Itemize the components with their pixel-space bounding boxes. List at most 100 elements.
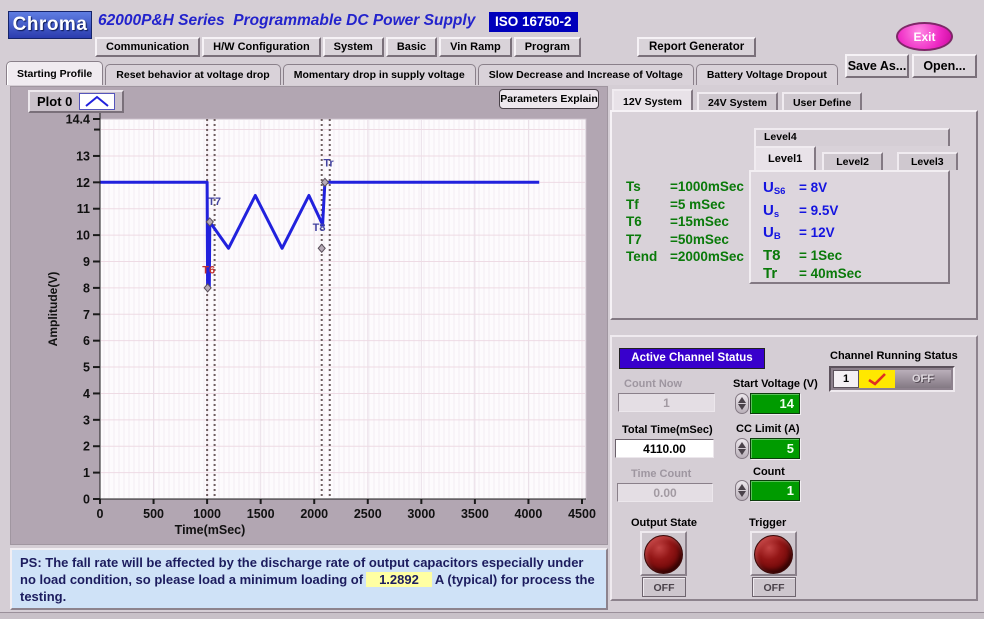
svg-text:3500: 3500 xyxy=(461,507,489,521)
tab-slow-decrease-and-increase-of-voltage[interactable]: Slow Decrease and Increase of Voltage xyxy=(478,64,694,85)
svg-text:8: 8 xyxy=(83,281,90,295)
level-tab-level3[interactable]: Level3 xyxy=(897,152,958,170)
svg-text:T8: T8 xyxy=(313,222,326,234)
total-time-label: Total Time(mSec) xyxy=(622,424,713,436)
waveform-chart: T6T7T8Tr01234567891011121314.40500100015… xyxy=(11,87,607,544)
plot-panel: T6T7T8Tr01234567891011121314.40500100015… xyxy=(10,86,608,545)
trigger-knob-face xyxy=(754,535,793,574)
menu-button-system[interactable]: System xyxy=(323,37,384,57)
level-value: = 1Sec xyxy=(799,248,842,263)
start-voltage-spinner[interactable] xyxy=(735,393,749,414)
svg-text:9: 9 xyxy=(83,255,90,269)
cc-limit-label: CC Limit (A) xyxy=(736,423,800,435)
level-value-row: Tr= 40mSec xyxy=(763,265,948,284)
tab-reset-behavior-at-voltage-drop[interactable]: Reset behavior at voltage drop xyxy=(105,64,280,85)
svg-text:2000: 2000 xyxy=(300,507,328,521)
menu-button-vin-ramp[interactable]: Vin Ramp xyxy=(439,37,512,57)
timing-param-value: =50mSec xyxy=(670,231,729,249)
profile-tabs: Starting ProfileReset behavior at voltag… xyxy=(6,61,840,85)
level-value: = 9.5V xyxy=(799,203,838,218)
time-count-field: 0.00 xyxy=(617,483,713,502)
tab-starting-profile[interactable]: Starting Profile xyxy=(6,61,103,85)
count-spinner[interactable] xyxy=(735,480,749,501)
level-value-row: US6= 8V xyxy=(763,179,948,202)
channel-running-status-label: Channel Running Status xyxy=(830,350,958,362)
menu-button-program[interactable]: Program xyxy=(514,37,581,57)
timing-param-value: =5 mSec xyxy=(670,196,725,214)
count-field[interactable]: 1 xyxy=(750,480,800,501)
channel-status-box: Active Channel Status Channel Running St… xyxy=(610,335,978,601)
level-value-subscript: s xyxy=(774,209,779,220)
legend-line-icon xyxy=(79,93,115,110)
timing-param-name: Tf xyxy=(626,196,670,214)
parameters-explain-button[interactable]: Parameters Explain xyxy=(499,89,599,109)
plot-legend-chip[interactable]: Plot 0 xyxy=(28,90,124,113)
system-tabs: 12V System24V SystemUser Define xyxy=(612,89,862,112)
output-state-value: OFF xyxy=(642,577,686,597)
channel-state-label: OFF xyxy=(895,370,951,388)
system-tab-24v-system[interactable]: 24V System xyxy=(697,92,778,112)
menu-button-h-w-configuration[interactable]: H/W Configuration xyxy=(202,37,321,57)
svg-text:13: 13 xyxy=(76,149,90,163)
open-button[interactable]: Open... xyxy=(912,54,977,78)
time-count-label: Time Count xyxy=(631,468,691,480)
svg-text:14.4: 14.4 xyxy=(66,113,90,127)
level-value-name: Us xyxy=(763,202,799,225)
system-tab-user-define[interactable]: User Define xyxy=(782,92,862,112)
trigger-knob[interactable] xyxy=(750,531,797,576)
cc-limit-spinner[interactable] xyxy=(735,438,749,459)
svg-text:T7: T7 xyxy=(208,196,221,208)
timing-param-name: Tend xyxy=(626,248,670,266)
cc-limit-field[interactable]: 5 xyxy=(750,438,800,459)
svg-text:6: 6 xyxy=(83,334,90,348)
menu-button-communication[interactable]: Communication xyxy=(95,37,200,57)
iso-badge: ISO 16750-2 xyxy=(489,12,578,32)
level-value-name: Tr xyxy=(763,265,799,284)
ps-note: PS: The fall rate will be affected by th… xyxy=(10,548,608,610)
svg-text:1: 1 xyxy=(83,466,90,480)
timing-param-value: =2000mSec xyxy=(670,248,744,266)
level-tabs: Level1 Level2 Level3 xyxy=(754,146,958,170)
level-values-box: US6= 8VUs= 9.5VUB= 12VT8= 1SecTr= 40mSec xyxy=(749,170,950,284)
tab-battery-voltage-dropout[interactable]: Battery Voltage Dropout xyxy=(696,64,838,85)
timing-param-name: Ts xyxy=(626,178,670,196)
level-tab-level4[interactable]: Level4 xyxy=(754,128,950,146)
timing-param-ts: Ts=1000mSec xyxy=(626,178,761,196)
level-tab-level1[interactable]: Level1 xyxy=(754,146,816,170)
level-value-row: T8= 1Sec xyxy=(763,247,948,266)
exit-button[interactable]: Exit xyxy=(896,22,953,51)
output-state-label: Output State xyxy=(631,517,697,529)
svg-text:0: 0 xyxy=(97,507,104,521)
channel-running-toggle[interactable]: 1 OFF xyxy=(829,366,955,392)
plot-label: Plot 0 xyxy=(37,94,72,109)
level-tab-level2[interactable]: Level2 xyxy=(822,152,883,170)
app-title: 62000P&H Series Programmable DC Power Su… xyxy=(98,12,475,30)
svg-text:4000: 4000 xyxy=(515,507,543,521)
svg-text:3000: 3000 xyxy=(407,507,435,521)
total-time-field[interactable]: 4110.00 xyxy=(615,439,714,458)
svg-text:11: 11 xyxy=(77,202,90,216)
channel-number: 1 xyxy=(833,370,859,388)
level-value-name: T8 xyxy=(763,247,799,266)
timing-param-tf: Tf=5 mSec xyxy=(626,196,761,214)
active-channel-status-badge: Active Channel Status xyxy=(619,348,765,369)
timing-param-name: T7 xyxy=(626,231,670,249)
svg-text:5: 5 xyxy=(83,361,90,375)
report-generator-button[interactable]: Report Generator xyxy=(637,37,756,57)
tab-momentary-drop-in-supply-voltage[interactable]: Momentary drop in supply voltage xyxy=(283,64,476,85)
count-now-label: Count Now xyxy=(624,378,682,390)
save-as-button[interactable]: Save As... xyxy=(845,54,909,78)
count-now-field: 1 xyxy=(618,393,715,412)
menu-button-basic[interactable]: Basic xyxy=(386,37,437,57)
timing-param-name: T6 xyxy=(626,213,670,231)
svg-text:12: 12 xyxy=(76,176,90,190)
start-voltage-field[interactable]: 14 xyxy=(750,393,800,414)
system-tab-12v-system[interactable]: 12V System xyxy=(612,89,693,112)
output-state-knob[interactable] xyxy=(640,531,687,576)
timing-params: Ts=1000mSecTf=5 mSecT6=15mSecT7=50mSecTe… xyxy=(626,178,761,266)
level-value-name: UB xyxy=(763,224,799,247)
svg-text:1000: 1000 xyxy=(193,507,221,521)
svg-text:Time(mSec): Time(mSec) xyxy=(175,523,246,537)
svg-text:0: 0 xyxy=(83,493,90,507)
timing-param-t6: T6=15mSec xyxy=(626,213,761,231)
